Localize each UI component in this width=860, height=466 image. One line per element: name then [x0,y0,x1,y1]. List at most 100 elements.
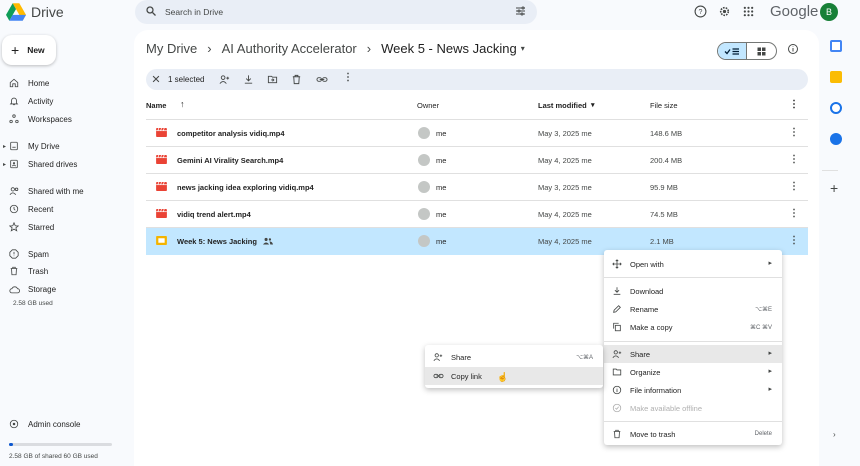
clear-selection-icon[interactable] [151,74,161,84]
help-icon[interactable]: ? [694,5,707,18]
table-row[interactable]: news jacking idea exploring vidiq.mp4 me… [146,174,808,201]
contacts-icon[interactable] [830,133,842,145]
info-icon [612,385,622,395]
column-header-name[interactable]: Name [146,101,166,110]
drive-logo[interactable]: Drive [6,3,64,21]
search-icon[interactable] [145,5,157,17]
info-icon[interactable] [787,43,799,55]
file-size: 200.4 MB [650,156,683,165]
submenu-item-copy-link[interactable]: Copy link ☝ [425,367,603,385]
rail-divider [822,170,838,171]
file-owner: me [436,210,447,219]
pencil-icon [613,305,621,313]
new-button[interactable]: + New [2,35,56,65]
menu-item-label: Open with [630,260,664,269]
download-icon[interactable] [243,74,254,85]
file-modified: May 3, 2025 me [538,129,592,138]
breadcrumb-item[interactable]: My Drive [146,41,197,56]
file-size: 74.5 MB [650,210,678,219]
selection-toolbar: 1 selected ⋮ [146,69,808,90]
menu-item-shortcut: Delete [754,431,772,437]
sidebar-item-spam[interactable]: Spam [0,246,49,262]
submenu-arrow-icon: ▸ [768,368,772,375]
menu-item-open-with[interactable]: Open with ▸ [604,255,782,273]
sort-arrow-up-icon[interactable]: ↑ [180,99,185,109]
trash-icon[interactable] [291,74,302,85]
menu-divider [604,277,782,278]
column-options-icon[interactable]: ⋮ [789,99,799,110]
expand-caret-icon[interactable]: ▸ [3,143,6,150]
table-row[interactable]: Gemini AI Virality Search.mp4 me May 4, … [146,147,808,174]
link-icon[interactable] [316,74,328,85]
menu-item-organize[interactable]: Organize ▸ [604,363,782,381]
file-modified: May 4, 2025 me [538,210,592,219]
apps-grid-icon[interactable] [743,6,754,17]
menu-item-move-to-trash[interactable]: Move to trash Delete [604,425,782,443]
search-bar[interactable]: Search in Drive [135,0,537,24]
move-to-folder-icon[interactable] [267,74,278,85]
menu-item-label: Make available offline [630,404,702,413]
owner-avatar-icon [418,127,430,139]
sidebar-item-storage[interactable]: Storage [0,281,56,297]
column-header-size[interactable]: File size [650,101,678,110]
sidebar-item-recent[interactable]: Recent [0,201,53,217]
owner-avatar-icon [418,235,430,247]
share-person-icon[interactable] [219,74,230,85]
keep-icon[interactable] [830,71,842,83]
column-header-owner[interactable]: Owner [417,101,439,110]
dropdown-caret-icon[interactable]: ▾ [521,44,525,53]
menu-item-share[interactable]: Share ▸ [604,345,782,363]
menu-item-label: Move to trash [630,430,676,439]
sidebar-item-activity[interactable]: Activity [0,93,53,109]
sidebar-item-trash[interactable]: Trash [0,263,48,279]
menu-item-label: File information [630,386,682,395]
row-more-icon[interactable]: ⋮ [789,154,799,165]
sidebar-item-shared-drives[interactable]: ▸ Shared drives [0,156,77,172]
table-row[interactable]: vidiq trend alert.mp4 me May 4, 2025 me … [146,201,808,228]
sidebar-item-label: Starred [28,222,55,232]
sidebar-item-home[interactable]: Home [0,75,49,91]
menu-item-label: Make a copy [630,323,673,332]
grid-view-button[interactable] [747,43,776,59]
row-more-icon[interactable]: ⋮ [789,127,799,138]
file-modified: May 4, 2025 me [538,237,592,246]
file-owner: me [436,129,447,138]
column-header-modified[interactable]: Last modified [538,101,587,110]
sidebar-item-shared-with-me[interactable]: Shared with me [0,183,84,199]
top-bar: Drive Search in Drive ? Google B [0,0,860,26]
sidebar-item-label: My Drive [28,141,60,151]
row-more-icon[interactable]: ⋮ [789,235,799,246]
breadcrumb-item[interactable]: AI Authority Accelerator [222,41,357,56]
search-options-icon[interactable] [514,5,527,17]
table-row[interactable]: competitor analysis vidiq.mp4 me May 3, … [146,120,808,147]
breadcrumb-current[interactable]: Week 5 - News Jacking [381,41,517,56]
sidebar-item-starred[interactable]: Starred [0,219,54,235]
menu-item-rename[interactable]: Rename ⌥⌘E [604,300,782,318]
search-placeholder: Search in Drive [165,7,224,17]
account-avatar[interactable]: B [820,3,838,21]
menu-item-file-information[interactable]: File information ▸ [604,381,782,399]
calendar-icon[interactable] [830,40,842,52]
storage-used-text: 2.58 GB used [13,300,53,307]
sort-caret-down-icon[interactable]: ▾ [591,101,595,109]
submenu-item-share[interactable]: Share ⌥⌘A [425,348,603,366]
row-more-icon[interactable]: ⋮ [789,181,799,192]
settings-icon[interactable] [718,5,731,18]
menu-item-download[interactable]: Download [604,282,782,300]
owner-avatar-icon [418,181,430,193]
more-actions-icon[interactable]: ⋮ [343,72,353,83]
tasks-icon[interactable] [830,102,842,114]
sidebar-item-label: Shared with me [28,186,84,196]
list-view-button[interactable] [718,43,748,59]
row-more-icon[interactable]: ⋮ [789,208,799,219]
menu-item-make-copy[interactable]: Make a copy ⌘C ⌘V [604,318,782,336]
chevron-right-icon: › [366,41,372,56]
expand-caret-icon[interactable]: ▸ [3,161,6,168]
sidebar-item-my-drive[interactable]: ▸ My Drive [0,138,60,154]
trash-icon [0,266,28,276]
admin-console-link[interactable]: Admin console [0,416,80,432]
file-size: 148.6 MB [650,129,683,138]
add-addon-icon[interactable]: + [830,180,838,196]
expand-panel-icon[interactable]: › [833,430,836,439]
sidebar-item-workspaces[interactable]: Workspaces [0,111,72,127]
